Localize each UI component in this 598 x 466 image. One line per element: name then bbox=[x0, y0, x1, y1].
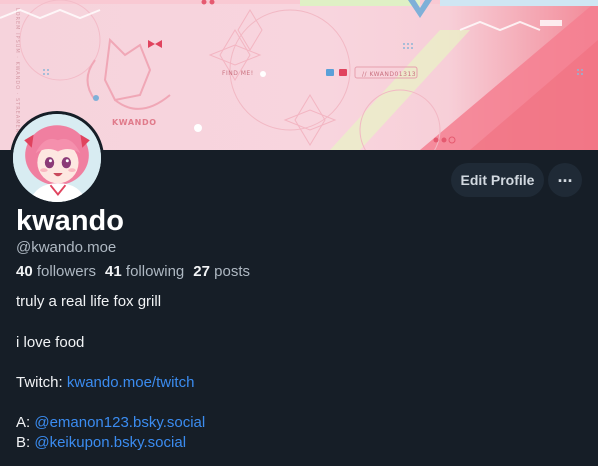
following-count: 41 bbox=[105, 263, 122, 280]
avatar[interactable] bbox=[10, 111, 104, 205]
twitch-icon bbox=[339, 69, 347, 76]
banner-logo: KWANDO bbox=[112, 118, 157, 127]
banner-handle-label: // KWAND01313 bbox=[362, 71, 417, 78]
banner-vertical-text: LOREM IPSUM · KWANDO · STREAMER bbox=[14, 8, 20, 134]
banner-find-me-label: FIND ME! bbox=[222, 70, 254, 77]
profile-handle: @kwando.moe bbox=[16, 239, 117, 256]
avatar-illustration bbox=[13, 114, 101, 202]
bio-a-prefix: A: bbox=[16, 414, 35, 431]
bio-line: i love food bbox=[16, 334, 85, 351]
profile-stats: 40 followers 41 following 27 posts bbox=[16, 263, 250, 280]
bio-mention-b-line: B: @keikupon.bsky.social bbox=[16, 434, 186, 451]
bio-twitch-line: Twitch: kwando.moe/twitch bbox=[16, 374, 194, 391]
following-stat[interactable]: 41 following bbox=[105, 263, 184, 280]
more-options-button[interactable]: ... bbox=[548, 163, 582, 197]
bio-b-prefix: B: bbox=[16, 434, 35, 451]
posts-label: posts bbox=[214, 263, 250, 280]
followers-label: followers bbox=[36, 263, 97, 280]
mention-link-b[interactable]: @keikupon.bsky.social bbox=[34, 434, 186, 451]
twitter-icon bbox=[326, 69, 334, 76]
ellipsis-icon: ... bbox=[557, 165, 573, 186]
bio-line: truly a real life fox grill bbox=[16, 293, 162, 310]
posts-count: 27 bbox=[193, 263, 210, 280]
followers-stat[interactable]: 40 followers bbox=[16, 263, 96, 280]
mention-link-a[interactable]: @emanon123.bsky.social bbox=[34, 414, 205, 431]
following-label: following bbox=[125, 263, 185, 280]
bio-mention-a-line: A: @emanon123.bsky.social bbox=[16, 414, 205, 431]
twitch-link[interactable]: kwando.moe/twitch bbox=[67, 374, 195, 391]
bio-twitch-prefix: Twitch: bbox=[16, 374, 67, 391]
display-name: kwando bbox=[16, 205, 124, 237]
posts-stat: 27 posts bbox=[193, 263, 250, 280]
followers-count: 40 bbox=[16, 263, 33, 280]
edit-profile-button[interactable]: Edit Profile bbox=[451, 163, 544, 197]
